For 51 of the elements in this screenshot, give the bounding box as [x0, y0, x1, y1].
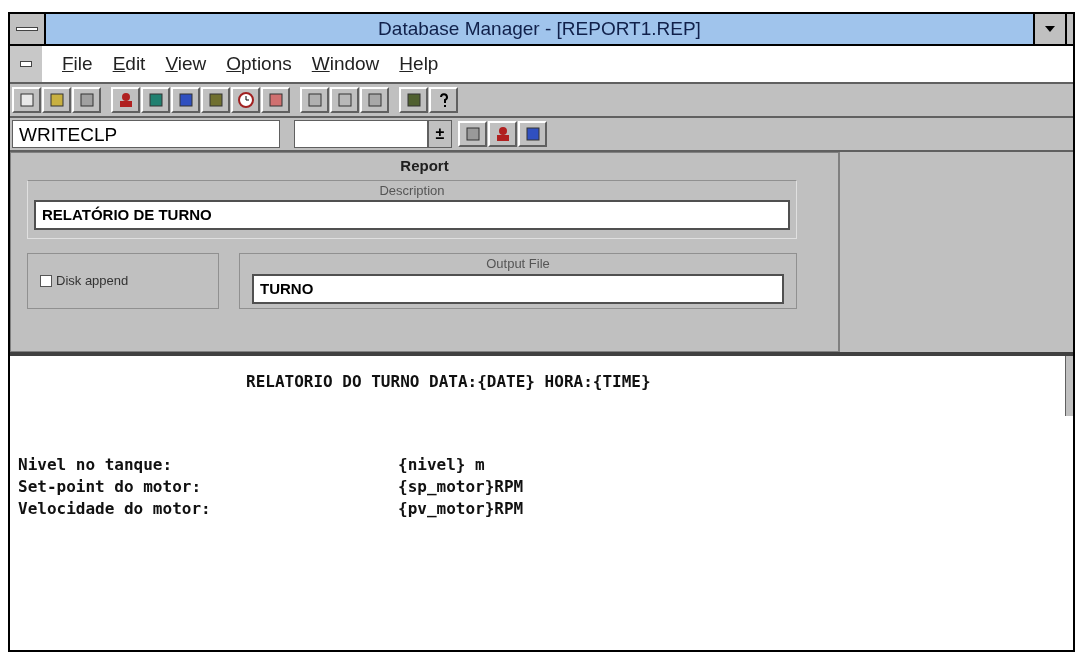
- description-label: Description: [378, 181, 446, 200]
- tag-name-field[interactable]: WRITECLP: [12, 120, 280, 148]
- field-label: Nivel no tanque:: [18, 454, 174, 476]
- window-tool-button[interactable]: [458, 121, 487, 147]
- disk-append-checkbox[interactable]: [40, 275, 52, 287]
- system-menu-icon: [16, 27, 38, 31]
- copy-tool-button[interactable]: [330, 87, 359, 113]
- person-icon: [494, 126, 511, 142]
- output-file-label: Output File: [485, 255, 551, 273]
- field-label: Set-point do motor:: [18, 476, 203, 498]
- cut-tool-button[interactable]: [300, 87, 329, 113]
- person-tool-button[interactable]: [111, 87, 140, 113]
- window-title: Database Manager - [REPORT1.REP]: [377, 17, 702, 41]
- field-label: Velocidade do motor:: [18, 498, 212, 520]
- report-heading: RELATORIO DO TURNO DATA:{DATE} HORA:{TIME}: [246, 371, 652, 393]
- minimize-button[interactable]: [1033, 14, 1065, 44]
- new-tool-button[interactable]: [12, 87, 41, 113]
- field-placeholder: {pv_motor}RPM: [398, 498, 524, 520]
- dropdown-field[interactable]: [294, 120, 428, 148]
- report-title: Report: [399, 156, 450, 176]
- menu-item[interactable]: View: [165, 49, 207, 79]
- help-tool-button[interactable]: [429, 87, 458, 113]
- field-placeholder: {sp_motor}RPM: [398, 476, 524, 498]
- document-menu-icon: [20, 61, 32, 67]
- menu-item[interactable]: Help: [399, 49, 439, 79]
- description-field[interactable]: RELATÓRIO DE TURNO: [34, 200, 790, 230]
- paste-tool-button[interactable]: [360, 87, 389, 113]
- menu-item[interactable]: Window: [311, 49, 380, 79]
- disk-tool-button[interactable]: [518, 121, 547, 147]
- menu-item[interactable]: Options: [226, 49, 292, 79]
- print-tool-button[interactable]: [399, 87, 428, 113]
- output-file-field[interactable]: TURNO: [252, 273, 784, 304]
- clock-tool-button[interactable]: [231, 87, 260, 113]
- calculator-tool-button[interactable]: [141, 87, 170, 113]
- disk-append-label: Disk append: [56, 272, 129, 291]
- save-tool-button[interactable]: [72, 87, 101, 113]
- dropdown-button[interactable]: ±: [428, 120, 452, 148]
- disk-tool-button[interactable]: [171, 87, 200, 113]
- caret-icon: [1045, 26, 1055, 32]
- document-menu-button[interactable]: [10, 46, 42, 82]
- field-placeholder: {nivel} m: [398, 454, 485, 476]
- menu-item[interactable]: File: [62, 49, 93, 79]
- network-tool-button[interactable]: [261, 87, 290, 113]
- menu-item[interactable]: Edit: [112, 49, 146, 79]
- report-editor[interactable]: RELATORIO DO TURNO DATA:{DATE} HORA:{TIME} Nivel no tanque: {nivel} m Set-point do motor: {sp_motor}RPM Velocidade do motor: {pv_motor}RPM: [10, 354, 1073, 650]
- clock-icon: [237, 92, 254, 108]
- printer-tool-button[interactable]: [201, 87, 230, 113]
- open-tool-button[interactable]: [42, 87, 71, 113]
- system-menu-button[interactable]: [10, 14, 46, 44]
- person-icon: [117, 92, 134, 108]
- person-tool-button[interactable]: [488, 121, 517, 147]
